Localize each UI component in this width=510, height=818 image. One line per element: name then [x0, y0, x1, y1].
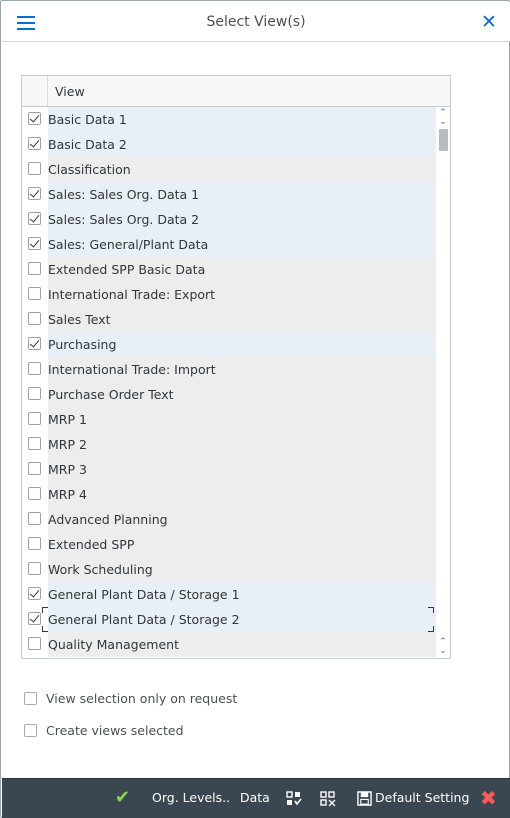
row-checkbox[interactable]	[28, 637, 41, 650]
row-checkbox[interactable]	[28, 537, 41, 550]
view-name-cell[interactable]: Extended SPP Basic Data	[48, 257, 436, 282]
view-name-cell[interactable]: Sales: Sales Org. Data 1	[48, 182, 436, 207]
view-name-cell[interactable]: Basic Data 2	[48, 132, 436, 157]
row-checkbox[interactable]	[28, 587, 41, 600]
table-rows: Basic Data 1 Basic Data 2 Classification Sa…	[22, 107, 436, 658]
view-name-cell[interactable]: Sales Text	[48, 307, 436, 332]
view-name-cell[interactable]: Classification	[48, 157, 436, 182]
view-name-cell[interactable]: Sales: General/Plant Data	[48, 232, 436, 257]
view-selection-on-request-label: View selection only on request	[46, 691, 238, 706]
table-row[interactable]: MRP 1	[22, 407, 436, 432]
row-checkbox[interactable]	[28, 137, 41, 150]
table-row[interactable]: Basic Data 1	[22, 107, 436, 132]
view-name-cell[interactable]: Basic Data 1	[48, 107, 436, 132]
view-selection-on-request-checkbox[interactable]	[24, 692, 37, 705]
table-row[interactable]: Sales: Sales Org. Data 2	[22, 207, 436, 232]
ok-checkmark-icon[interactable]: ✔	[115, 779, 130, 817]
select-all-icon[interactable]	[286, 779, 302, 817]
row-checkbox[interactable]	[28, 312, 41, 325]
table-row[interactable]: International Trade: Import	[22, 357, 436, 382]
table-row[interactable]: MRP 3	[22, 457, 436, 482]
view-name-cell[interactable]: Purchasing	[48, 332, 436, 357]
focus-indicator	[428, 607, 434, 613]
table-row[interactable]: General Plant Data / Storage 2	[22, 607, 436, 632]
table-row[interactable]: Basic Data 2	[22, 132, 436, 157]
default-setting-button[interactable]: Default Setting	[357, 779, 469, 817]
org-levels-button[interactable]: Org. Levels..	[152, 779, 230, 817]
save-icon	[357, 791, 372, 806]
row-checkbox[interactable]	[28, 237, 41, 250]
view-name-cell[interactable]: International Trade: Export	[48, 282, 436, 307]
table-row[interactable]: Extended SPP Basic Data	[22, 257, 436, 282]
view-name-cell[interactable]: Quality Management	[48, 632, 436, 657]
row-checkbox[interactable]	[28, 362, 41, 375]
view-name-cell[interactable]: Extended SPP	[48, 532, 436, 557]
view-name-cell[interactable]: MRP 1	[48, 407, 436, 432]
view-name-cell[interactable]: MRP 2	[48, 432, 436, 457]
view-name-cell[interactable]: General Plant Data / Storage 1	[48, 582, 436, 607]
table-row[interactable]: MRP 4	[22, 482, 436, 507]
scrollbar-thumb[interactable]	[439, 129, 448, 151]
row-checkbox[interactable]	[28, 187, 41, 200]
row-checkbox[interactable]	[28, 462, 41, 475]
table-row[interactable]: Sales: Sales Org. Data 1	[22, 182, 436, 207]
view-name-cell[interactable]: General Plant Data / Storage 2	[48, 607, 436, 632]
scroll-down-icon[interactable]: ⌃ ⌄	[438, 638, 448, 656]
row-checkbox[interactable]	[28, 387, 41, 400]
scroll-up-icon[interactable]: ⌃ ⌄	[438, 109, 448, 127]
table-row[interactable]: MRP 2	[22, 432, 436, 457]
select-all-column-header[interactable]	[22, 76, 48, 106]
vertical-scrollbar[interactable]: ⌃ ⌄ ⌃ ⌄	[436, 107, 450, 658]
view-column-header[interactable]: View	[55, 84, 85, 99]
view-name-cell[interactable]: MRP 3	[48, 457, 436, 482]
views-table: View Basic Data 1 Basic Data 2 Classificat…	[21, 75, 451, 659]
view-name-cell[interactable]: Sales: Sales Org. Data 2	[48, 207, 436, 232]
table-row[interactable]: Sales: General/Plant Data	[22, 232, 436, 257]
row-checkbox[interactable]	[28, 112, 41, 125]
data-button[interactable]: Data	[240, 779, 270, 817]
view-name-cell[interactable]: International Trade: Import	[48, 357, 436, 382]
dialog-title: Select View(s)	[206, 14, 306, 30]
cancel-icon[interactable]: ✖	[480, 779, 497, 817]
table-row[interactable]: Advanced Planning	[22, 507, 436, 532]
table-row[interactable]: Sales Text	[22, 307, 436, 332]
table-row[interactable]: Quality Management	[22, 632, 436, 657]
row-checkbox[interactable]	[28, 337, 41, 350]
row-checkbox[interactable]	[28, 412, 41, 425]
row-checkbox[interactable]	[28, 512, 41, 525]
view-name-cell[interactable]: Work Scheduling	[48, 557, 436, 582]
table-row[interactable]: Work Scheduling	[22, 557, 436, 582]
select-views-dialog: Select View(s) ✕ View Basic Data 1 Basic …	[0, 0, 510, 818]
close-icon[interactable]: ✕	[480, 12, 498, 32]
row-checkbox[interactable]	[28, 262, 41, 275]
default-setting-label: Default Setting	[375, 790, 470, 805]
row-checkbox[interactable]	[28, 212, 41, 225]
view-name-cell[interactable]: MRP 4	[48, 482, 436, 507]
create-views-selected-checkbox[interactable]	[24, 724, 37, 737]
view-name-cell[interactable]: Purchase Order Text	[48, 382, 436, 407]
table-row[interactable]: Purchase Order Text	[22, 382, 436, 407]
row-checkbox[interactable]	[28, 487, 41, 500]
row-checkbox[interactable]	[28, 612, 41, 625]
create-views-selected-label: Create views selected	[46, 723, 184, 738]
table-row[interactable]: Purchasing	[22, 332, 436, 357]
row-checkbox[interactable]	[28, 287, 41, 300]
row-checkbox[interactable]	[28, 562, 41, 575]
row-checkbox[interactable]	[28, 162, 41, 175]
view-name-cell[interactable]: Advanced Planning	[48, 507, 436, 532]
deselect-all-icon[interactable]	[320, 779, 336, 817]
dialog-titlebar: Select View(s) ✕	[2, 2, 510, 42]
table-row[interactable]: International Trade: Export	[22, 282, 436, 307]
table-row[interactable]: Classification	[22, 157, 436, 182]
table-row[interactable]: Extended SPP	[22, 532, 436, 557]
dialog-footer-toolbar: ✔ Org. Levels.. Data Default Setting ✖	[2, 778, 510, 818]
row-checkbox[interactable]	[28, 437, 41, 450]
table-row[interactable]: General Plant Data / Storage 1	[22, 582, 436, 607]
focus-indicator	[42, 607, 48, 613]
table-header: View	[22, 76, 450, 107]
